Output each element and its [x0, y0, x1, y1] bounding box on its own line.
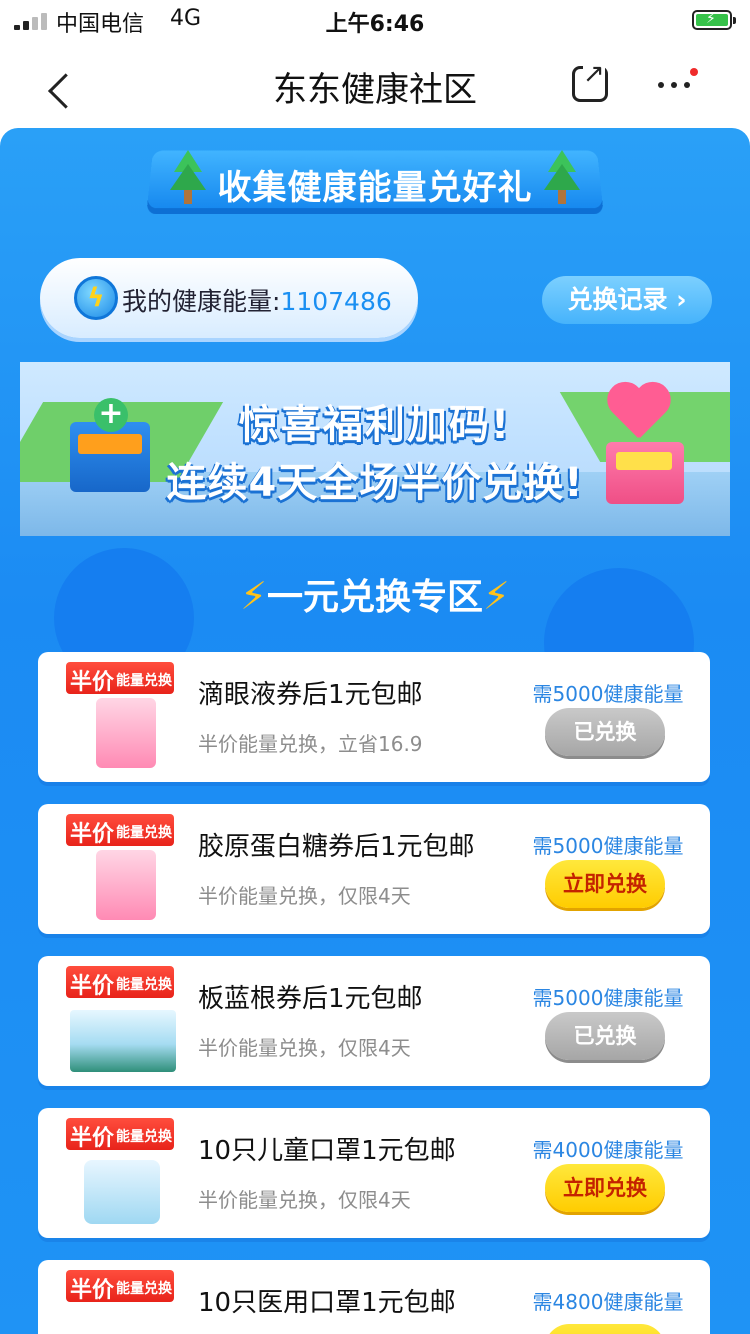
half-price-badge: 半价 能量兑换	[66, 814, 174, 846]
energy-cost: 需4000健康能量	[532, 1138, 684, 1162]
battery-icon: ⚡	[692, 10, 736, 30]
redeemed-button[interactable]: 已兑换	[545, 708, 665, 756]
item-title: 10只儿童口罩1元包邮	[198, 1136, 456, 1166]
energy-cost: 需5000健康能量	[532, 986, 684, 1010]
lightning-icon: ⚡	[483, 574, 510, 618]
energy-value: 1107486	[280, 287, 392, 316]
list-item: 半价 能量兑换 10只医用口罩1元包邮 需4800健康能量	[38, 1260, 710, 1334]
carrier-name: 中国电信	[56, 12, 145, 37]
item-subtitle: 半价能量兑换，仅限4天	[198, 1188, 411, 1212]
redeem-now-button[interactable]: 立即兑换	[545, 1164, 665, 1212]
list-item: 半价 能量兑换 胶原蛋白糖券后1元包邮 半价能量兑换，仅限4天 需5000健康能量…	[38, 804, 710, 934]
item-title: 胶原蛋白糖券后1元包邮	[198, 832, 475, 862]
half-price-badge: 半价 能量兑换	[66, 1118, 174, 1150]
exchange-record-button[interactable]: 兑换记录 ›	[542, 276, 712, 324]
item-subtitle: 半价能量兑换，立省16.9	[198, 732, 423, 756]
share-icon[interactable]	[572, 59, 608, 102]
lightning-icon: ϟ	[74, 276, 118, 320]
energy-cost: 需4800健康能量	[532, 1290, 684, 1314]
item-title: 板蓝根券后1元包邮	[198, 984, 423, 1014]
list-item: 半价 能量兑换 板蓝根券后1元包邮 半价能量兑换，仅限4天 需5000健康能量 已…	[38, 956, 710, 1086]
lightning-icon: ⚡	[240, 574, 267, 618]
list-item: 半价 能量兑换 滴眼液券后1元包邮 半价能量兑换，立省16.9 需5000健康能量…	[38, 652, 710, 782]
redeem-now-button[interactable]: 立即兑换	[545, 860, 665, 908]
signal-icon	[14, 12, 50, 30]
redeemed-button[interactable]: 已兑换	[545, 1012, 665, 1060]
status-bar: 中国电信 4G 上午6:46 ⚡	[0, 0, 750, 40]
energy-label: 我的健康能量:	[122, 287, 281, 316]
nav-bar: 东东健康社区	[0, 40, 750, 128]
item-title: 滴眼液券后1元包邮	[198, 680, 423, 710]
redeem-now-button[interactable]	[545, 1324, 665, 1334]
half-price-badge: 半价 能量兑换	[66, 966, 174, 998]
page-title: 东东健康社区	[273, 70, 477, 110]
more-icon[interactable]	[656, 64, 700, 100]
item-subtitle: 半价能量兑换，仅限4天	[198, 1036, 411, 1060]
energy-cost: 需5000健康能量	[532, 834, 684, 858]
energy-cost: 需5000健康能量	[532, 682, 684, 706]
half-price-badge: 半价 能量兑换	[66, 662, 174, 694]
promo-banner[interactable]: + 惊喜福利加码! 连续4天全场半价兑换!	[20, 362, 730, 536]
banner-headline: 惊喜福利加码!	[238, 402, 512, 448]
energy-balance: ϟ 我的健康能量:1107486	[40, 258, 418, 338]
item-subtitle: 半价能量兑换，仅限4天	[198, 884, 411, 908]
item-title: 10只医用口罩1元包邮	[198, 1288, 456, 1318]
header-title: 收集健康能量兑好礼	[217, 168, 533, 208]
main-content: 收集健康能量兑好礼 ϟ 我的健康能量:1107486 兑换记录 › + 惊喜福利…	[0, 128, 750, 1334]
notification-dot	[690, 68, 698, 76]
section-heading: ⚡一元兑换专区⚡	[0, 568, 750, 620]
banner-subheadline: 连续4天全场半价兑换!	[166, 460, 584, 506]
list-item: 半价 能量兑换 10只儿童口罩1元包邮 半价能量兑换，仅限4天 需4000健康能量…	[38, 1108, 710, 1238]
half-price-badge: 半价 能量兑换	[66, 1270, 174, 1302]
network-type: 4G	[170, 6, 202, 31]
back-arrow-icon[interactable]	[34, 60, 78, 104]
section-title: 一元兑换专区	[266, 577, 483, 618]
